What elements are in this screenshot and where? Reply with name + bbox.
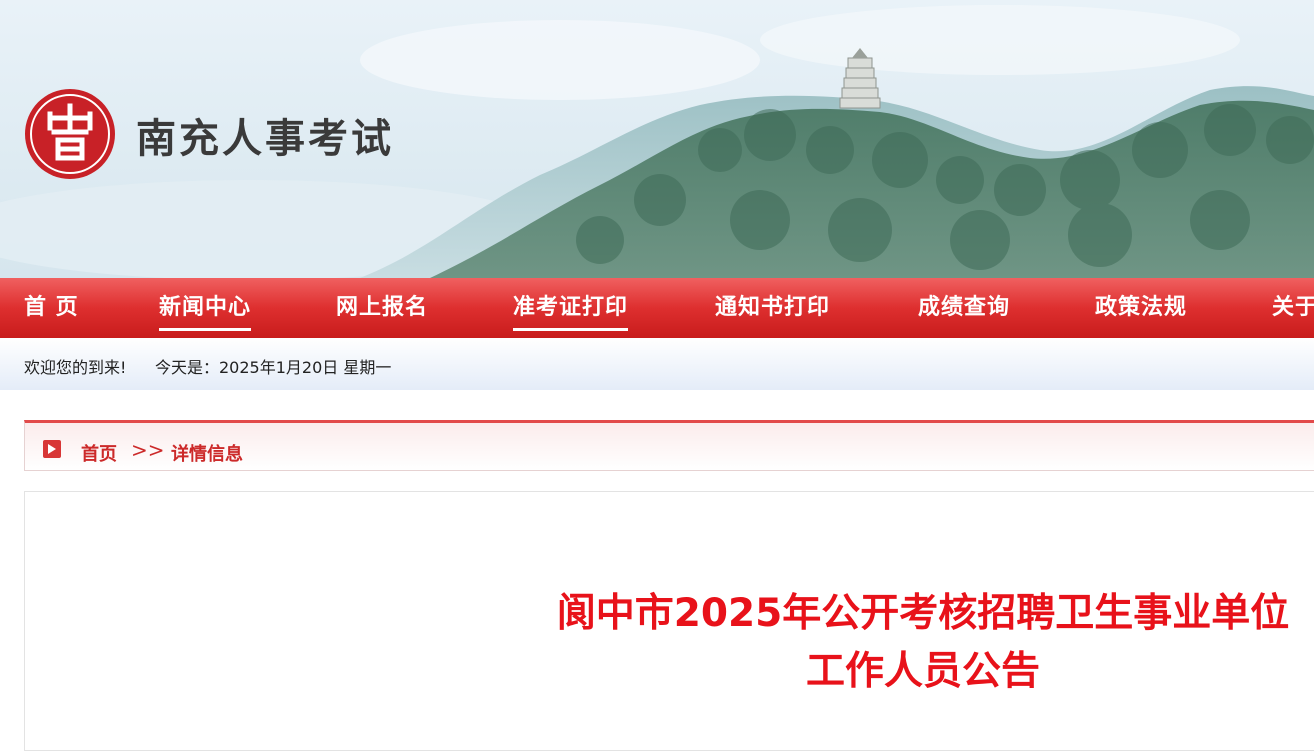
nav-item-notice-print[interactable]: 通知书打印	[715, 278, 830, 338]
nav-item-registration[interactable]: 网上报名	[336, 278, 428, 338]
main-nav: 首 页 新闻中心 网上报名 准考证打印 通知书打印 成绩查询 政策法规 关于	[0, 278, 1314, 338]
nav-item-label: 关于	[1272, 295, 1314, 320]
nav-item-score-query[interactable]: 成绩查询	[918, 278, 1010, 338]
active-underline	[513, 328, 629, 331]
active-underline	[159, 328, 252, 331]
welcome-bar: 欢迎您的到来! 今天是：2025年1月20日 星期一	[0, 338, 1314, 390]
header-banner: 南充人事考试	[0, 0, 1314, 278]
nav-item-news[interactable]: 新闻中心	[159, 278, 252, 338]
welcome-greeting: 欢迎您的到来!	[24, 358, 127, 377]
play-icon	[43, 440, 61, 458]
site-title: 南充人事考试	[136, 116, 394, 162]
nav-item-label: 新闻中心	[159, 295, 252, 320]
nav-item-label: 首 页	[24, 295, 79, 320]
nav-item-policy[interactable]: 政策法规	[1095, 278, 1187, 338]
current-date: 今天是：2025年1月20日 星期一	[155, 358, 392, 377]
nav-item-label: 通知书打印	[715, 295, 831, 320]
nav-item-label: 网上报名	[336, 295, 429, 320]
nav-item-label: 准考证打印	[513, 295, 629, 320]
breadcrumb-current: 详情信息	[171, 444, 243, 465]
article-title-line2: 工作人员公告	[805, 649, 1040, 694]
nav-item-label: 成绩查询	[918, 295, 1011, 320]
nav-item-label: 政策法规	[1095, 295, 1188, 320]
seal-logo-icon	[25, 89, 115, 179]
article-panel: 阆中市2025年公开考核招聘卫生事业单位 工作人员公告	[24, 491, 1314, 751]
article-title: 阆中市2025年公开考核招聘卫生事业单位 工作人员公告	[23, 585, 1314, 701]
nav-item-admission-ticket[interactable]: 准考证打印	[513, 278, 629, 338]
article-title-line1: 阆中市2025年公开考核招聘卫生事业单位	[556, 591, 1290, 636]
breadcrumb: 首页 >> 详情信息	[24, 420, 1314, 471]
breadcrumb-separator-icon: >>	[131, 438, 165, 462]
breadcrumb-home-link[interactable]: 首页	[81, 440, 117, 466]
nav-item-about[interactable]: 关于	[1272, 278, 1314, 338]
nav-item-home[interactable]: 首 页	[24, 278, 79, 338]
